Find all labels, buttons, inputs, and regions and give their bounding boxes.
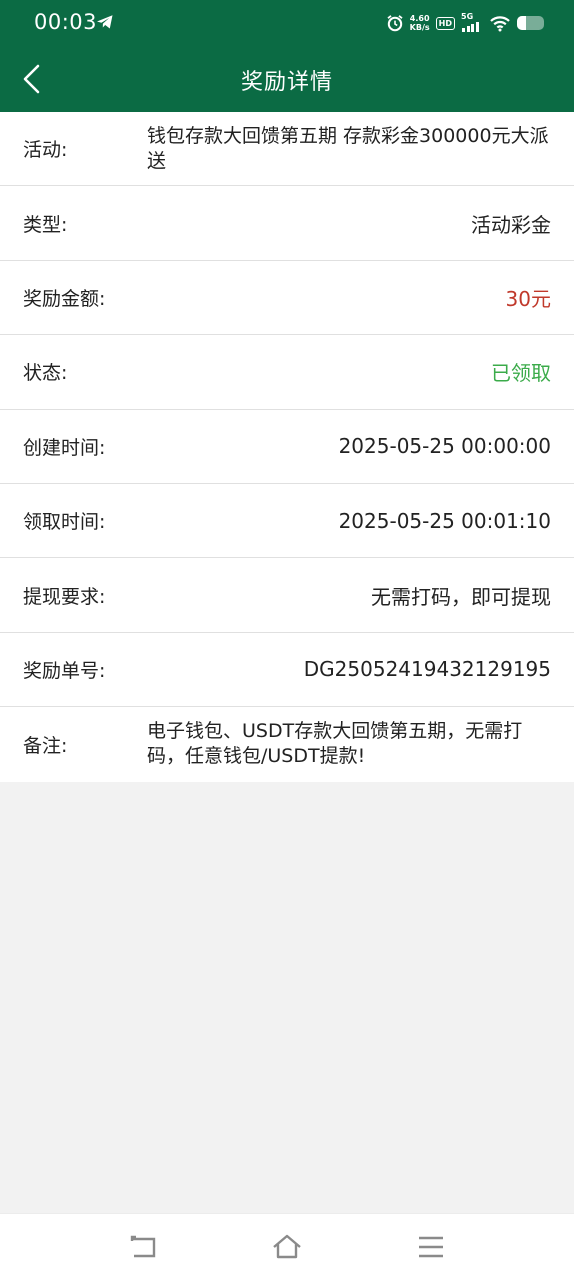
order-number-label: 奖励单号: [23, 659, 106, 682]
created-time-value: 2025-05-25 00:00:00 [338, 434, 551, 459]
network-speed: 4.60 KB/s [409, 14, 430, 32]
claimed-time-label: 领取时间: [23, 511, 106, 534]
status-bar: 00:03 4.60 KB/s HD 5G [0, 0, 574, 46]
detail-row-created-time: 创建时间: 2025-05-25 00:00:00 [0, 410, 574, 484]
cellular-signal-icon: 5G [461, 12, 483, 32]
wifi-icon [490, 16, 510, 32]
detail-row-type: 类型: 活动彩金 [0, 186, 574, 261]
type-value: 活动彩金 [471, 212, 551, 237]
nav-home-icon [273, 1234, 301, 1259]
nav-home-button[interactable] [271, 1232, 303, 1262]
withdraw-requirement-value: 无需打码，即可提现 [371, 584, 551, 609]
remark-value: 电子钱包、USDT存款大回馈第五期，无需打码，任意钱包/USDT提款! [147, 720, 523, 768]
app-header: 奖励详情 [0, 46, 574, 112]
amount-value: 30元 [505, 286, 551, 311]
order-number-value: DG25052419432129195 [303, 657, 551, 682]
claimed-time-value: 2025-05-25 00:01:10 [338, 508, 551, 533]
amount-label: 奖励金额: [23, 287, 106, 310]
battery-icon [517, 16, 544, 30]
alarm-icon [387, 15, 403, 32]
created-time-label: 创建时间: [23, 436, 106, 459]
nav-menu-button[interactable] [415, 1232, 447, 1262]
telegram-icon [97, 15, 113, 29]
nav-menu-icon [419, 1236, 443, 1258]
detail-row-remark: 备注: 电子钱包、USDT存款大回馈第五期，无需打码，任意钱包/USDT提款! [0, 707, 574, 781]
activity-label: 活动: [23, 139, 68, 162]
nav-back-button[interactable] [128, 1232, 160, 1262]
status-label: 状态: [23, 362, 68, 385]
detail-row-amount: 奖励金额: 30元 [0, 261, 574, 336]
detail-row-activity: 活动: 钱包存款大回馈第五期 存款彩金300000元大派送 [0, 112, 574, 187]
page-title: 奖励详情 [240, 70, 333, 95]
withdraw-requirement-label: 提现要求: [23, 585, 106, 608]
status-value: 已领取 [491, 361, 551, 386]
activity-value: 钱包存款大回馈第五期 存款彩金300000元大派送 [147, 125, 549, 172]
detail-row-claimed-time: 领取时间: 2025-05-25 00:01:10 [0, 484, 574, 559]
detail-row-withdraw-requirement: 提现要求: 无需打码，即可提现 [0, 558, 574, 633]
detail-row-order-number: 奖励单号: DG25052419432129195 [0, 633, 574, 708]
status-time: 00:03 [34, 10, 98, 34]
nav-back-icon [130, 1235, 156, 1258]
hd-badge: HD [435, 16, 455, 30]
status-icons: 4.60 KB/s HD 5G [386, 11, 544, 35]
reward-detail-list: 活动: 钱包存款大回馈第五期 存款彩金300000元大派送 类型: 活动彩金 奖… [0, 112, 574, 782]
system-nav-bar [0, 1213, 574, 1280]
type-label: 类型: [23, 213, 68, 236]
remark-label: 备注: [23, 734, 68, 757]
detail-row-status: 状态: 已领取 [0, 335, 574, 410]
